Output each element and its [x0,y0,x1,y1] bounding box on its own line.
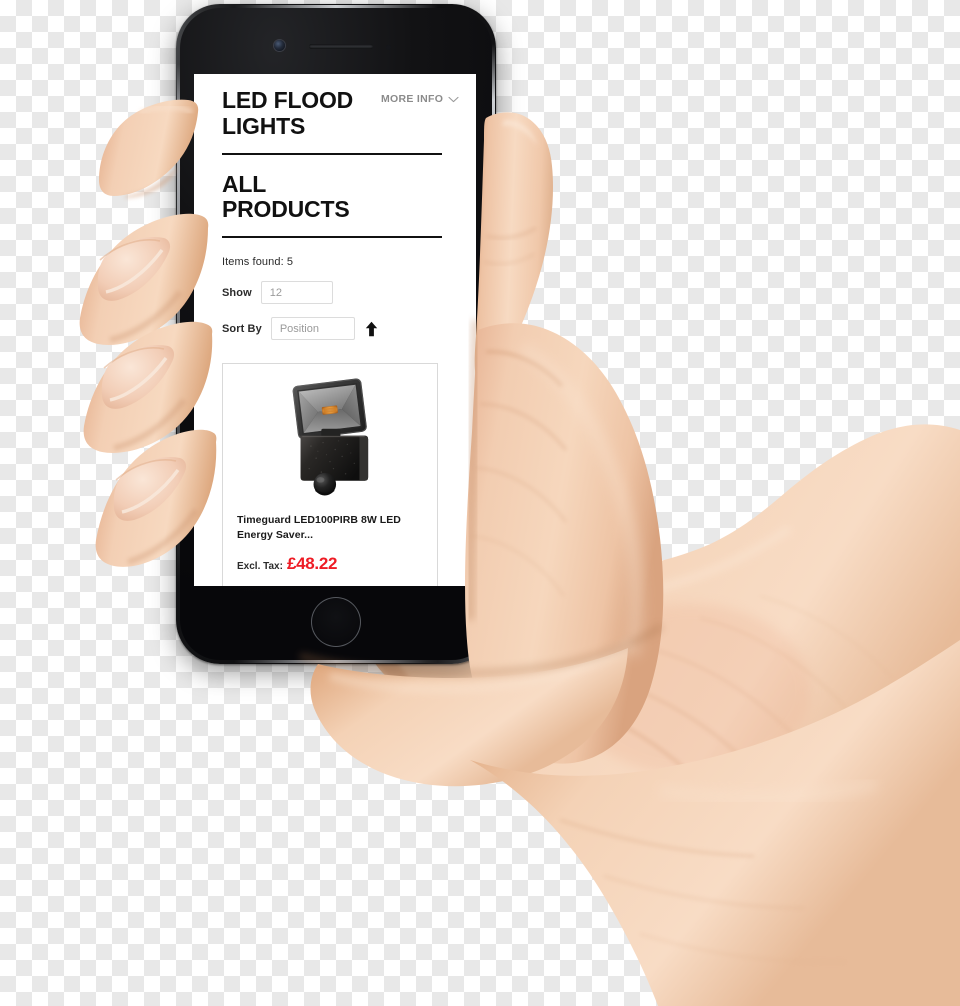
items-found-count: Items found: 5 [222,256,294,268]
phone-edge-highlight-bottom [234,660,438,663]
chevron-down-icon [448,96,459,103]
price-label: Excl. Tax: [237,560,283,572]
wrist [470,640,960,1006]
sort-control-row: Sort By [222,317,456,340]
category-header: LED FLOOD LIGHTS MORE INFO [222,87,459,140]
product-title[interactable]: Timeguard LED100PIRB 8W LED Energy Saver… [237,513,423,543]
show-label: Show [222,286,252,299]
sort-by-input[interactable] [270,317,355,340]
earpiece-speaker-icon [309,44,373,49]
phone-device: LED FLOOD LIGHTS MORE INFO ALL PRODUCTS [176,4,496,664]
section-heading: ALL PRODUCTS [222,170,350,223]
section-divider [222,236,442,238]
mockup-stage: LED FLOOD LIGHTS MORE INFO ALL PRODUCTS [0,0,960,1006]
product-card[interactable]: Timeguard LED100PIRB 8W LED Energy Saver… [222,363,438,586]
product-price: £48.22 [286,553,338,573]
product-listing-page: LED FLOOD LIGHTS MORE INFO ALL PRODUCTS [194,74,476,586]
product-price-row: Excl. Tax: £48.22 [237,554,423,574]
phone-screen: LED FLOOD LIGHTS MORE INFO ALL PRODUCTS [194,74,476,586]
page-title: LED FLOOD LIGHTS [222,87,354,139]
show-input[interactable] [260,281,333,304]
show-control-row: Show [222,281,456,304]
phone-edge-highlight-right [492,44,495,604]
front-camera-icon [274,40,285,51]
home-button[interactable] [311,597,361,647]
sort-by-label: Sort By [222,322,262,335]
title-divider [222,152,442,155]
product-image[interactable] [237,376,423,504]
phone-edge-highlight-top [234,5,438,8]
more-info-toggle[interactable]: MORE INFO [381,93,459,105]
arrow-up-icon[interactable] [364,321,379,337]
phone-edge-highlight-left [177,64,180,584]
more-info-label: MORE INFO [381,93,444,105]
proximity-sensor-icon [386,45,391,50]
page-content: LED FLOOD LIGHTS MORE INFO ALL PRODUCTS [194,74,476,586]
